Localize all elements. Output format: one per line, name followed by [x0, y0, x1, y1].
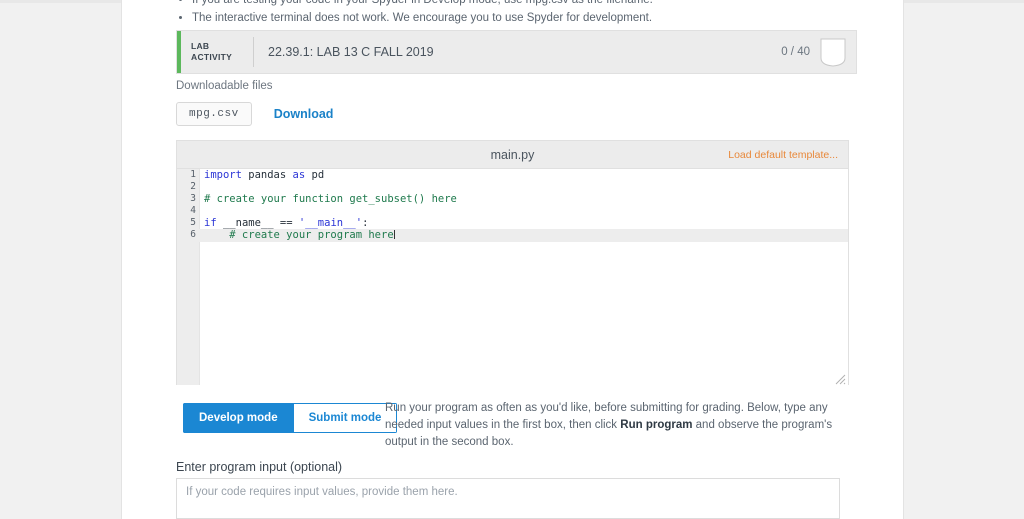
downloadable-files-row: mpg.csv Download	[176, 102, 333, 126]
program-input-placeholder: If your code requires input values, prov…	[186, 486, 458, 498]
mode-toggle-group[interactable]: Develop mode Submit mode	[183, 403, 398, 433]
code-token: # create your function get_subset() here	[204, 193, 457, 206]
code-token: as	[292, 169, 306, 181]
code-token: __name__ ==	[216, 217, 299, 230]
develop-mode-button[interactable]: Develop mode	[183, 403, 294, 433]
downloadable-files-label: Downloadable files	[176, 80, 273, 92]
code-editor-filename: main.py	[490, 147, 535, 162]
code-line-number: 5	[190, 217, 196, 229]
intro-bullet-list: If you are testing your code in your Spy…	[176, 0, 866, 27]
code-line[interactable]: 2	[177, 181, 848, 193]
lab-activity-header: LAB ACTIVITY 22.39.1: LAB 13 C FALL 2019…	[176, 30, 857, 74]
lab-activity-score: 0 / 40	[781, 46, 810, 58]
download-file-chip: mpg.csv	[176, 102, 252, 126]
text-cursor	[393, 230, 395, 240]
code-token: # create your program here	[204, 229, 394, 242]
load-default-template-link[interactable]: Load default template...	[728, 149, 838, 161]
code-line-number: 2	[190, 181, 196, 193]
program-input-box[interactable]: If your code requires input values, prov…	[176, 478, 840, 519]
intro-bullet-2: The interactive terminal does not work. …	[192, 9, 866, 27]
lab-activity-title: 22.39.1: LAB 13 C FALL 2019	[268, 45, 434, 59]
download-link[interactable]: Download	[274, 107, 334, 121]
code-line-number: 3	[190, 193, 196, 205]
code-line[interactable]: 5 if __name__ == '__main__':	[177, 217, 848, 229]
program-input-label: Enter program input (optional)	[176, 460, 343, 474]
lab-activity-divider	[253, 37, 254, 67]
intro-bullet-1: If you are testing your code in your Spy…	[192, 0, 866, 9]
code-line-number: 6	[190, 229, 196, 241]
code-token: if	[204, 217, 217, 230]
lab-activity-tag-line2: ACTIVITY	[191, 52, 233, 62]
code-token: pd	[305, 169, 325, 181]
code-line-number: 1	[190, 169, 196, 180]
code-token: import	[204, 169, 242, 181]
code-line[interactable]: 4	[177, 205, 848, 217]
lab-activity-tag-line1: LAB	[191, 41, 210, 51]
code-line[interactable]: 6 # create your program here	[177, 229, 848, 242]
browser-viewport: If you are testing your code in your Spy…	[0, 0, 1024, 519]
submit-mode-button[interactable]: Submit mode	[293, 403, 398, 433]
code-token: :	[362, 217, 369, 230]
shield-badge-icon	[820, 38, 846, 67]
code-editor-text[interactable]: 1 import pandas as pd 2 3 # create your func…	[177, 169, 848, 385]
code-line[interactable]: 3 # create your function get_subset() her…	[177, 193, 848, 205]
run-program-emphasis: Run program	[620, 419, 693, 431]
code-editor-header: main.py Load default template...	[177, 141, 848, 169]
code-token: '__main__'	[298, 217, 363, 230]
code-line-number: 4	[190, 205, 196, 217]
code-token: pandas	[241, 169, 293, 181]
run-instructions: Run your program as often as you'd like,…	[385, 400, 852, 451]
code-editor[interactable]: main.py Load default template... 1 import…	[176, 140, 849, 385]
lab-activity-tag: LAB ACTIVITY	[191, 41, 253, 63]
code-editor-body[interactable]: 1 import pandas as pd 2 3 # create your func…	[177, 169, 848, 385]
resize-handle-icon[interactable]	[835, 372, 846, 385]
lab-activity-accent-bar	[177, 31, 181, 73]
code-line[interactable]: 1 import pandas as pd	[177, 169, 848, 181]
